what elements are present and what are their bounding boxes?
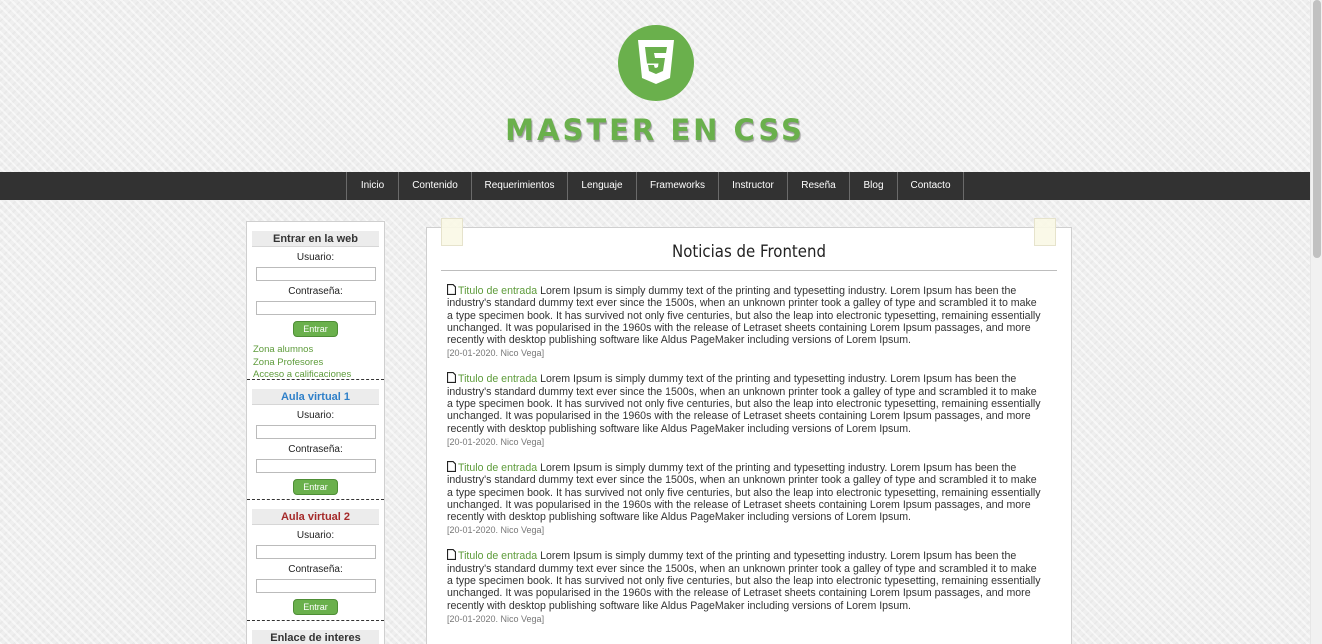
- article-title-link[interactable]: Titulo de entrada: [458, 285, 537, 297]
- nav-item-contenido[interactable]: Contenido: [398, 172, 471, 200]
- page-title: Noticias de Frontend: [672, 242, 826, 262]
- login-user-input[interactable]: [255, 267, 376, 281]
- article-body: Lorem Ipsum is simply dummy text of the …: [447, 373, 1041, 435]
- article-meta: [20-01-2020. Nico Vega]: [447, 348, 545, 359]
- article: Titulo de entrada Lorem Ipsum is simply …: [447, 372, 1043, 447]
- aula1-user-label: Usuario:: [296, 410, 335, 421]
- aula1-password-label: Contraseña:: [288, 444, 343, 455]
- aula2-title: Aula virtual 2: [252, 509, 379, 525]
- css3-logo[interactable]: [618, 25, 694, 101]
- link-zona-profesores[interactable]: Zona Profesores: [253, 357, 384, 370]
- aula1-title: Aula virtual 1: [252, 389, 379, 405]
- aula2-user-label: Usuario:: [296, 530, 335, 541]
- main-nav: Inicio Contenido Requerimientos Lenguaje…: [0, 172, 1310, 200]
- site-header: MASTER EN CSS: [0, 0, 1310, 172]
- nav-item-inicio[interactable]: Inicio: [346, 172, 398, 200]
- article-title-link[interactable]: Titulo de entrada: [458, 550, 537, 562]
- news-panel: Noticias de Frontend Titulo de entrada L…: [426, 218, 1072, 644]
- article-body: Lorem Ipsum is simply dummy text of the …: [447, 461, 1041, 524]
- login-password-input[interactable]: [255, 301, 376, 315]
- links-box-title: Enlace de interes: [252, 630, 379, 644]
- document-icon: [447, 460, 456, 472]
- aula2-password-label: Contraseña:: [288, 564, 343, 575]
- password-label: Contraseña:: [288, 286, 343, 297]
- aula1-submit-button[interactable]: Entrar: [293, 479, 338, 495]
- aula1-password-input[interactable]: [255, 459, 376, 473]
- aula1-user-input[interactable]: [255, 425, 376, 439]
- article-body: Lorem Ipsum is simply dummy text of the …: [447, 550, 1041, 612]
- article: Titulo de entrada Lorem Ipsum is simply …: [447, 460, 1043, 536]
- article-body: Lorem Ipsum is simply dummy text of the …: [447, 285, 1041, 347]
- links-box: Enlace de interes: [247, 621, 384, 644]
- scrollbar-thumb[interactable]: [1313, 0, 1321, 258]
- page-scrollbar[interactable]: [1310, 0, 1322, 644]
- nav-item-lenguaje[interactable]: Lenguaje: [567, 172, 636, 200]
- article-list: Titulo de entrada Lorem Ipsum is simply …: [427, 271, 1071, 625]
- aula-virtual-1-box: Aula virtual 1 Usuario: Contraseña: Entr…: [247, 380, 384, 500]
- login-submit-button[interactable]: Entrar: [293, 321, 338, 337]
- login-box: Entrar en la web Usuario: Contraseña: En…: [247, 222, 384, 380]
- pin-decoration: [441, 218, 463, 246]
- link-zona-alumnos[interactable]: Zona alumnos: [253, 344, 384, 357]
- site-title: MASTER EN CSS: [505, 113, 805, 147]
- user-label: Usuario:: [296, 252, 335, 263]
- document-icon: [447, 549, 456, 561]
- nav-item-requerimientos[interactable]: Requerimientos: [471, 172, 567, 200]
- article-meta: [20-01-2020. Nico Vega]: [447, 525, 545, 536]
- document-icon: [447, 372, 456, 384]
- nav-item-instructor[interactable]: Instructor: [718, 172, 787, 200]
- aula-virtual-2-box: Aula virtual 2 Usuario: Contraseña: Entr…: [247, 500, 384, 621]
- article: Titulo de entrada Lorem Ipsum is simply …: [447, 284, 1043, 359]
- article-title-link[interactable]: Titulo de entrada: [458, 373, 537, 385]
- pin-decoration: [1034, 218, 1056, 246]
- article-meta: [20-01-2020. Nico Vega]: [447, 613, 545, 624]
- css3-icon: [638, 40, 674, 84]
- sidebar: Entrar en la web Usuario: Contraseña: En…: [246, 221, 385, 644]
- nav-item-frameworks[interactable]: Frameworks: [636, 172, 718, 200]
- aula2-password-input[interactable]: [255, 579, 376, 593]
- article-title-link[interactable]: Titulo de entrada: [458, 462, 537, 474]
- document-icon: [447, 284, 456, 295]
- login-box-title: Entrar en la web: [252, 231, 379, 247]
- nav-item-resena[interactable]: Reseña: [787, 172, 849, 200]
- nav-item-blog[interactable]: Blog: [849, 172, 897, 200]
- aula2-submit-button[interactable]: Entrar: [293, 599, 338, 615]
- article: Titulo de entrada Lorem Ipsum is simply …: [447, 549, 1043, 624]
- aula2-user-input[interactable]: [255, 545, 376, 559]
- nav-item-contacto[interactable]: Contacto: [897, 172, 964, 200]
- article-meta: [20-01-2020. Nico Vega]: [447, 436, 545, 447]
